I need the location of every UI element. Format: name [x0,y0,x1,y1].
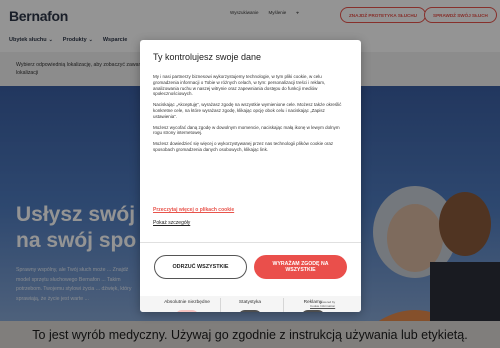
ads-toggle[interactable] [301,310,325,312]
consent-paragraph: Naciskając „Akceptuję”, wyrażasz zgodę n… [153,102,342,119]
divider [140,242,361,243]
consent-paragraph: My i nasi partnerzy biznesowi wykorzystu… [153,74,326,97]
powered-by-brand: Cookie Information [310,304,336,308]
accept-all-button[interactable]: WYRAŻAM ZGODĘ NA WSZYSTKIE [254,255,347,279]
consent-paragraph: Możesz wycofać daną zgodę w dowolnym mom… [153,124,340,136]
necessary-toggle[interactable] [175,310,199,312]
cookie-info-link[interactable]: Przeczytaj więcej o plikach cookie [153,207,234,213]
toggle-label: Absolutnie niezbędne [164,300,210,305]
dialog-body: My i nasi partnerzy biznesowi wykorzystu… [153,74,349,186]
show-details-link[interactable]: Pokaż szczegóły [153,220,190,226]
cookie-consent-dialog: Ty kontrolujesz swoje dane My i nasi par… [140,40,361,312]
toggle-statistics-group: Statystyka [220,300,280,312]
dialog-title: Ty kontrolujesz swoje dane [153,52,262,62]
reject-all-button[interactable]: ODRZUĆ WSZYSTKIE [154,255,247,279]
powered-by-badge[interactable]: powered by Cookie Information [310,300,335,308]
consent-paragraph: Możesz dowiedzieć się więcej o wykorzyst… [153,141,334,152]
toggle-necessary-group: Absolutnie niezbędne [157,300,217,312]
toggle-label: Statystyka [238,300,262,305]
statistics-toggle[interactable] [238,310,262,312]
